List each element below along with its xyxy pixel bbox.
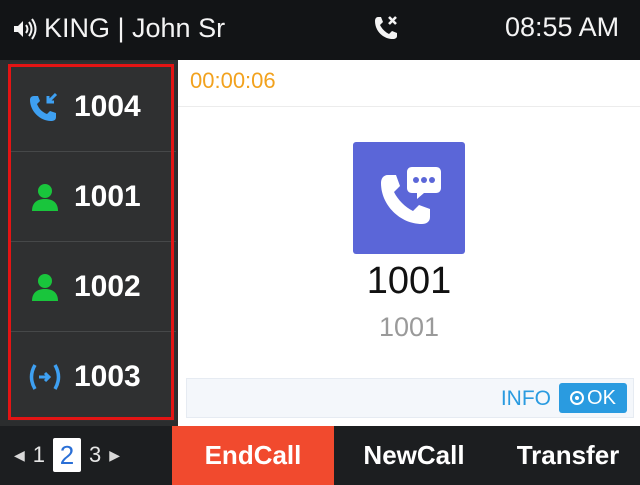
incoming-call-icon bbox=[26, 90, 64, 124]
account-label: KING | John Sr bbox=[44, 13, 226, 43]
missed-call-icon[interactable] bbox=[372, 14, 400, 49]
ok-label: OK bbox=[587, 386, 616, 409]
line-number: 1001 bbox=[74, 179, 141, 213]
contact-name: 1001 bbox=[366, 260, 452, 302]
line-item-1004[interactable]: 1004 bbox=[10, 62, 176, 152]
speaker-icon bbox=[12, 17, 38, 40]
line-number: 1003 bbox=[74, 359, 141, 393]
info-label: INFO bbox=[500, 387, 551, 410]
ok-button[interactable]: OK bbox=[559, 383, 627, 413]
status-left: KING | John Sr bbox=[12, 13, 225, 44]
divider bbox=[178, 106, 640, 107]
line-item-1002[interactable]: 1002 bbox=[10, 242, 176, 332]
page-indicator: ◀ 1 2 3 ▶ bbox=[14, 438, 120, 472]
line-item-1001[interactable]: 1001 bbox=[10, 152, 176, 242]
info-bar: INFO OK bbox=[186, 378, 634, 418]
contact-person-icon bbox=[26, 270, 64, 304]
call-panel: 00:00:06 1001 1001 INFO OK bbox=[178, 60, 640, 426]
softkey-bar: ◀ 1 2 3 ▶ EndCall NewCall Transfer bbox=[0, 426, 640, 485]
clock: 08:55 AM bbox=[505, 12, 620, 42]
conference-call-icon bbox=[26, 360, 64, 394]
page-current: 2 bbox=[53, 438, 82, 472]
new-call-button[interactable]: NewCall bbox=[336, 426, 492, 485]
line-number: 1004 bbox=[74, 89, 141, 123]
ok-icon bbox=[570, 391, 585, 405]
status-bar: KING | John Sr 08:55 AM bbox=[0, 0, 640, 60]
page-next-icon[interactable]: ▶ bbox=[109, 447, 120, 464]
phone-chat-icon bbox=[374, 161, 444, 236]
line-item-1003[interactable]: 1003 bbox=[10, 332, 176, 421]
line-number: 1002 bbox=[74, 269, 141, 303]
contact-person-icon bbox=[26, 180, 64, 214]
transfer-button[interactable]: Transfer bbox=[496, 426, 640, 485]
contact-avatar bbox=[353, 142, 465, 254]
page-prev-icon[interactable]: ◀ bbox=[14, 447, 25, 464]
call-timer: 00:00:06 bbox=[190, 68, 276, 93]
contact-number: 1001 bbox=[378, 312, 440, 342]
page-next[interactable]: 3 bbox=[89, 442, 101, 468]
page-prev[interactable]: 1 bbox=[33, 442, 45, 468]
end-call-button[interactable]: EndCall bbox=[172, 426, 334, 485]
